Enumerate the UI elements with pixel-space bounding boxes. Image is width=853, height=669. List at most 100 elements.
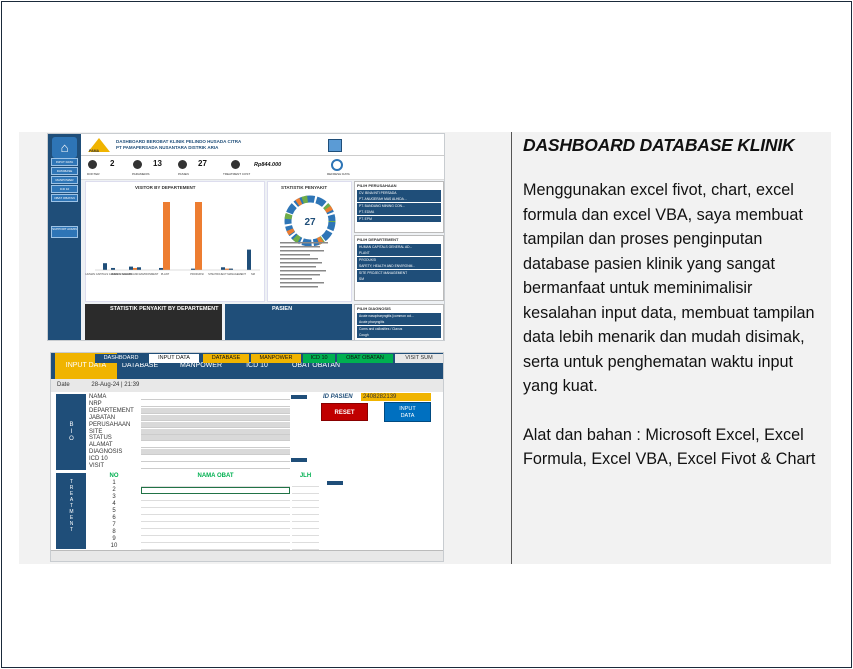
page-title: DASHBOARD DATABASE KLINIK: [523, 135, 795, 155]
logo-text: PAMA: [89, 149, 100, 153]
treatment-row-number: 8: [112, 529, 116, 535]
bio-field-input[interactable]: [141, 407, 290, 414]
slicer-diagnosis[interactable]: PILIH DIAGNOSIS Acute nasopharyngitis [c…: [354, 304, 444, 340]
slicer-departement[interactable]: PILIH DEPARTEMENT HUMAN CAPITALS GENERAL…: [354, 235, 444, 301]
kpi-dokter-label: DOKTER: [87, 172, 100, 176]
nama-obat-cell[interactable]: [141, 480, 290, 487]
chart-bar: [129, 266, 133, 270]
sidebar-btn-support[interactable]: SUPPORT ADMIN: [51, 226, 78, 238]
nama-obat-cell[interactable]: [141, 508, 290, 515]
bio-field-input[interactable]: [141, 394, 290, 400]
slicer-item[interactable]: PRODUKSI: [357, 256, 441, 263]
sheet-tab[interactable]: VISIT SUM: [395, 354, 443, 363]
sheet-tab[interactable]: OBAT OBATAN: [337, 354, 393, 363]
sheet-tab[interactable]: ICD 10: [303, 354, 335, 363]
refresh-label[interactable]: REFRESH DATA: [327, 172, 350, 176]
input-data-button[interactable]: INPUT DATA: [384, 402, 431, 422]
slicer-item[interactable]: CV. BINA INTI PERSADA: [357, 189, 441, 196]
sheet-tab[interactable]: INPUT DATA: [149, 354, 199, 363]
slicer-item[interactable]: PT. ANUGERAH MAS ALHIDA...: [357, 196, 441, 202]
bio-field-input[interactable]: [141, 414, 290, 421]
slicer-item[interactable]: PT. EPM: [357, 215, 441, 222]
bio-field-input[interactable]: [141, 449, 290, 456]
sheet-tab[interactable]: MANPOWER: [251, 354, 301, 363]
donut-value: 27: [304, 217, 316, 228]
bio-field-input[interactable]: [141, 428, 290, 435]
bio-field-input[interactable]: [141, 421, 290, 428]
jlh-cell[interactable]: [292, 494, 319, 501]
dashboard-title: DASHBOARD BEROBAT KLINIK PELINDO HUSADA …: [116, 139, 241, 150]
statistik-title: STATISTIK PENYAKIT: [281, 185, 328, 190]
slicer-item[interactable]: SITE PROJECT MANAGEMENT: [357, 269, 441, 276]
chart-category-label: PRODUKSI: [190, 272, 204, 276]
slicer-item[interactable]: SM: [357, 276, 441, 282]
nama-obat-cell[interactable]: [141, 487, 290, 494]
jlh-cell[interactable]: [292, 480, 319, 487]
jlh-cell[interactable]: [292, 522, 319, 529]
slicer-perusahaan-title: PILIH PERUSAHAAN: [357, 183, 397, 188]
chart-category-label: SM: [251, 272, 255, 276]
slicer-item[interactable]: HUMAN CAPITALS GENERAL AD...: [357, 243, 441, 250]
bio-label: BIO: [56, 394, 86, 470]
refresh-icon[interactable]: [331, 159, 343, 171]
sheet-tab[interactable]: DASHBOARD: [95, 354, 147, 363]
sidebar-btn-database[interactable]: DATABASE: [51, 167, 78, 175]
reset-button[interactable]: RESET: [321, 403, 368, 421]
kpi-paramedis-label: PARAMEDIS: [132, 172, 150, 176]
nama-obat-cell[interactable]: [141, 494, 290, 501]
tools-paragraph: Alat dan bahan : Microsoft Excel, Excel …: [523, 425, 816, 469]
jlh-cell[interactable]: [292, 529, 319, 536]
chart-bar: [221, 267, 225, 270]
date-label: Date: [57, 382, 70, 388]
slicer-item[interactable]: Cough: [357, 332, 441, 338]
jlh-cell[interactable]: [292, 487, 319, 494]
input-data-button-label: INPUT DATA: [399, 406, 416, 419]
obat-lookup-button[interactable]: [327, 481, 343, 485]
slicer-item[interactable]: SAFETY, HEALTH AND ENVIRONM...: [357, 263, 441, 269]
id-pasien-label: ID PASIEN: [323, 394, 353, 400]
nama-obat-cell[interactable]: [141, 536, 290, 543]
jlh-cell[interactable]: [292, 508, 319, 515]
jlh-cell[interactable]: [292, 543, 319, 550]
nama-obat-cell[interactable]: [141, 529, 290, 536]
nama-obat-cell[interactable]: [141, 515, 290, 522]
jlh-cell[interactable]: [292, 501, 319, 508]
treatment-label-text: TREATMENT: [68, 479, 75, 533]
slicer-item[interactable]: Corns and callosities / Clavus: [357, 325, 441, 332]
sidebar-btn-input[interactable]: INPUT DATA: [51, 158, 78, 166]
group-icon: [178, 160, 187, 169]
bio-field-input[interactable]: [141, 456, 290, 463]
jlh-cell[interactable]: [292, 536, 319, 543]
nama-obat-cell[interactable]: [141, 522, 290, 529]
bio-field-input[interactable]: [141, 463, 290, 469]
sidebar-btn-obat[interactable]: OBAT OBATAN: [51, 194, 78, 202]
kpi-pasien-label: PASIEN: [178, 172, 189, 176]
diagnosis-lookup-button[interactable]: [291, 458, 307, 462]
treatment-row-number: 7: [112, 522, 116, 528]
slicer-item[interactable]: PT. EDMA: [357, 209, 441, 215]
nurse-icon: [133, 160, 142, 169]
slicer-item[interactable]: Acute nasopharyngitis [common col...: [357, 312, 441, 319]
money-icon: [231, 160, 240, 169]
treatment-row-number: 10: [110, 543, 118, 549]
bio-field-input[interactable]: [141, 435, 290, 442]
sidebar-btn-icd[interactable]: ICD 10: [51, 185, 78, 193]
home-icon[interactable]: ⌂: [52, 137, 77, 158]
slicer-item[interactable]: PLANT: [357, 250, 441, 256]
description-paragraph: Menggunakan excel fivot, chart, excel fo…: [523, 181, 815, 395]
sheet-tab[interactable]: DATABASE: [203, 354, 249, 363]
bio-field-input[interactable]: [141, 442, 290, 449]
bio-field-input[interactable]: [141, 401, 290, 407]
statistik-by-dept-title: STATISTIK PENYAKIT BY DEPARTEMENT: [110, 306, 219, 312]
slicer-item[interactable]: PT. BANDANG MINING CON...: [357, 202, 441, 209]
doctor-icon: [88, 160, 97, 169]
nama-obat-cell[interactable]: [141, 501, 290, 508]
jlh-cell[interactable]: [292, 515, 319, 522]
nama-obat-cell[interactable]: [141, 543, 290, 550]
treatment-label: TREATMENT: [56, 473, 86, 549]
sidebar-btn-manpower[interactable]: MANPOWER: [51, 176, 78, 184]
slicer-perusahaan[interactable]: PILIH PERUSAHAAN CV. BINA INTI PERSADA P…: [354, 181, 444, 233]
col-no-header: NO: [109, 473, 119, 479]
slicer-item[interactable]: Acute pharyngitis: [357, 319, 441, 325]
nama-lookup-button[interactable]: [291, 395, 307, 399]
